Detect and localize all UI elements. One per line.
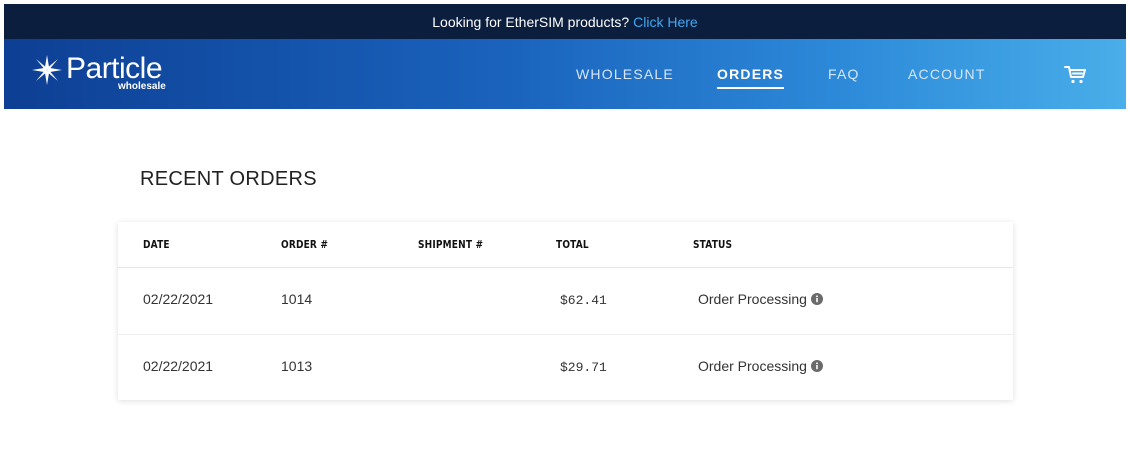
column-header-shipment: SHIPMENT # — [418, 238, 484, 251]
table-header-row: DATE ORDER # SHIPMENT # TOTAL STATUS — [118, 222, 1013, 268]
order-number[interactable]: 1013 — [281, 358, 312, 374]
nav-orders[interactable]: ORDERS — [717, 66, 785, 89]
promo-text: Looking for EtherSIM products? — [432, 13, 630, 30]
order-status-text: Order Processing — [698, 291, 807, 307]
particle-star-icon — [32, 55, 62, 85]
promo-link[interactable]: Click Here — [633, 14, 698, 30]
info-icon[interactable] — [810, 360, 823, 372]
order-total: $29.71 — [560, 360, 607, 375]
column-header-date: DATE — [143, 238, 170, 251]
order-status: Order Processing — [698, 358, 823, 374]
order-date: 02/22/2021 — [143, 291, 214, 307]
logo-subtitle: wholesale — [118, 81, 166, 92]
cart-icon[interactable] — [1064, 65, 1088, 85]
nav-account[interactable]: ACCOUNT — [908, 66, 986, 82]
page: Looking for EtherSIM products? Click Her… — [0, 0, 1130, 450]
nav-faq[interactable]: FAQ — [828, 66, 860, 82]
column-header-order: ORDER # — [281, 238, 329, 251]
promo-bar: Looking for EtherSIM products? Click Her… — [4, 4, 1126, 39]
page-title: RECENT ORDERS — [140, 168, 317, 190]
orders-table: DATE ORDER # SHIPMENT # TOTAL STATUS 02/… — [118, 222, 1013, 400]
order-status: Order Processing — [698, 291, 823, 307]
column-header-status: STATUS — [693, 238, 733, 251]
table-row[interactable]: 02/22/2021 1014 $62.41 Order Processing — [118, 268, 1013, 335]
order-total: $62.41 — [560, 293, 607, 308]
order-status-text: Order Processing — [698, 358, 807, 374]
order-date: 02/22/2021 — [143, 358, 214, 374]
order-number[interactable]: 1014 — [281, 291, 312, 307]
site-header: Particle wholesale WHOLESALE ORDERS FAQ … — [4, 39, 1126, 109]
nav-wholesale[interactable]: WHOLESALE — [576, 66, 674, 82]
info-icon[interactable] — [810, 293, 823, 305]
table-row[interactable]: 02/22/2021 1013 $29.71 Order Processing — [118, 335, 1013, 400]
column-header-total: TOTAL — [556, 238, 589, 251]
logo[interactable]: Particle wholesale — [32, 51, 182, 97]
